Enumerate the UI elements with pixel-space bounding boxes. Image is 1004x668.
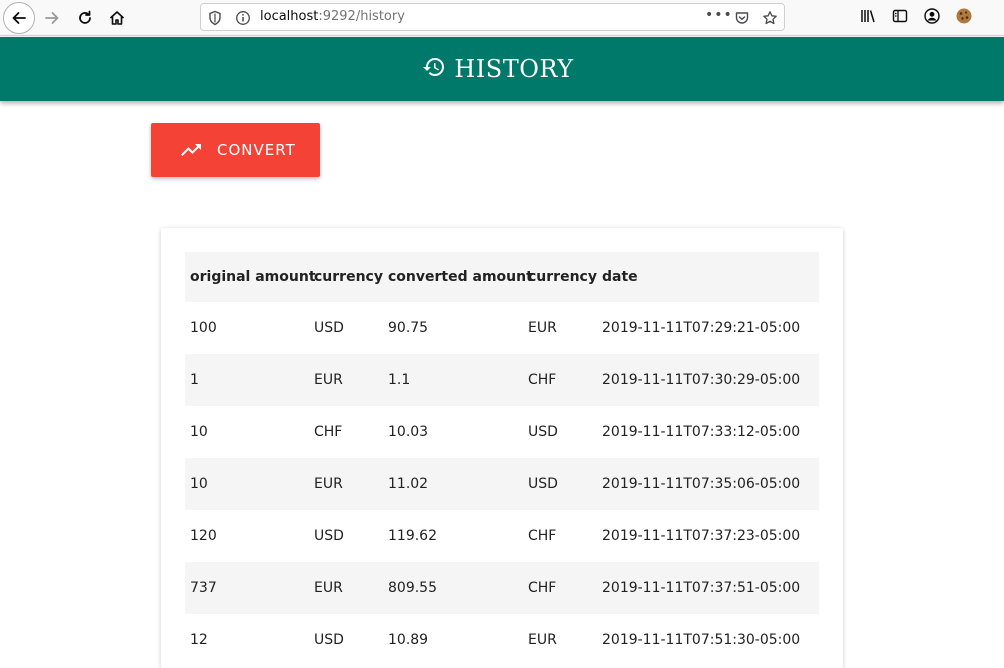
converted-amount-cell: 90.75 xyxy=(388,320,429,336)
column-header-original-amount: original amount xyxy=(190,269,316,285)
address-bar[interactable]: localhost:9292/history ••• xyxy=(200,3,785,31)
currency-cell: EUR xyxy=(314,372,343,388)
currency-cell: EUR xyxy=(314,580,343,596)
original-amount-cell: 10 xyxy=(190,476,208,492)
date-cell: 2019-11-11T07:37:51-05:00 xyxy=(602,580,801,596)
page-title: HISTORY xyxy=(454,55,574,83)
account-icon[interactable] xyxy=(923,7,941,25)
convert-button[interactable]: CONVERT xyxy=(151,123,320,177)
shield-icon[interactable] xyxy=(207,10,223,26)
original-amount-cell: 120 xyxy=(190,528,217,544)
trending-up-icon xyxy=(181,144,201,156)
cookie-extension-icon[interactable] xyxy=(955,7,973,25)
converted-amount-cell: 119.62 xyxy=(388,528,437,544)
converted-currency-cell: CHF xyxy=(528,372,557,388)
currency-cell: USD xyxy=(314,320,344,336)
convert-button-label: CONVERT xyxy=(217,141,296,159)
converted-currency-cell: USD xyxy=(528,476,558,492)
column-header-converted-currency: currency xyxy=(528,269,597,285)
history-card: original amount currency converted amoun… xyxy=(161,228,843,668)
history-table: original amount currency converted amoun… xyxy=(185,252,819,666)
table-row: 12 USD 10.89 EUR 2019-11-11T07:51:30-05:… xyxy=(185,614,819,666)
table-row: 100 USD 90.75 EUR 2019-11-11T07:29:21-05… xyxy=(185,302,819,354)
browser-toolbar: localhost:9292/history ••• xyxy=(0,0,1004,36)
library-icon[interactable] xyxy=(859,7,877,25)
converted-amount-cell: 10.89 xyxy=(388,632,429,648)
table-row: 10 CHF 10.03 USD 2019-11-11T07:33:12-05:… xyxy=(185,406,819,458)
page-actions-icon[interactable]: ••• xyxy=(705,7,733,23)
converted-currency-cell: CHF xyxy=(528,580,557,596)
url-text[interactable]: localhost:9292/history xyxy=(260,9,405,24)
reload-button[interactable] xyxy=(69,2,101,34)
converted-amount-cell: 11.02 xyxy=(388,476,429,492)
table-row: 1 EUR 1.1 CHF 2019-11-11T07:30:29-05:00 xyxy=(185,354,819,406)
original-amount-cell: 1 xyxy=(190,372,199,388)
currency-cell: EUR xyxy=(314,476,343,492)
sidebar-icon[interactable] xyxy=(891,7,909,25)
currency-cell: CHF xyxy=(314,424,343,440)
date-cell: 2019-11-11T07:37:23-05:00 xyxy=(602,528,801,544)
header-title-group: HISTORY xyxy=(422,55,573,83)
url-path: :9292/history xyxy=(318,9,405,24)
converted-amount-cell: 1.1 xyxy=(388,372,411,388)
date-cell: 2019-11-11T07:33:12-05:00 xyxy=(602,424,801,440)
original-amount-cell: 737 xyxy=(190,580,217,596)
info-icon[interactable] xyxy=(235,10,251,26)
reload-icon xyxy=(79,10,91,24)
url-host: localhost xyxy=(260,9,319,24)
original-amount-cell: 12 xyxy=(190,632,208,648)
currency-cell: USD xyxy=(314,632,344,648)
original-amount-cell: 100 xyxy=(190,320,217,336)
bookmark-star-icon[interactable] xyxy=(762,10,778,26)
table-row: 120 USD 119.62 CHF 2019-11-11T07:37:23-0… xyxy=(185,510,819,562)
home-icon xyxy=(109,11,125,25)
converted-currency-cell: EUR xyxy=(528,320,557,336)
converted-currency-cell: USD xyxy=(528,424,558,440)
back-button[interactable] xyxy=(3,2,35,34)
converted-currency-cell: EUR xyxy=(528,632,557,648)
pocket-icon[interactable] xyxy=(734,10,750,26)
original-amount-cell: 10 xyxy=(190,424,208,440)
date-cell: 2019-11-11T07:51:30-05:00 xyxy=(602,632,801,648)
table-header-row: original amount currency converted amoun… xyxy=(185,252,819,302)
date-cell: 2019-11-11T07:35:06-05:00 xyxy=(602,476,801,492)
table-row: 737 EUR 809.55 CHF 2019-11-11T07:37:51-0… xyxy=(185,562,819,614)
converted-amount-cell: 10.03 xyxy=(388,424,429,440)
column-header-date: date xyxy=(602,269,638,285)
forward-button[interactable] xyxy=(36,2,68,34)
app-header: HISTORY xyxy=(0,37,1004,101)
arrow-right-icon xyxy=(45,12,59,24)
home-button[interactable] xyxy=(101,2,133,34)
date-cell: 2019-11-11T07:29:21-05:00 xyxy=(602,320,801,336)
date-cell: 2019-11-11T07:30:29-05:00 xyxy=(602,372,801,388)
history-icon xyxy=(423,58,445,77)
currency-cell: USD xyxy=(314,528,344,544)
converted-currency-cell: CHF xyxy=(528,528,557,544)
arrow-left-icon xyxy=(12,12,26,24)
column-header-currency: currency xyxy=(314,269,383,285)
converted-amount-cell: 809.55 xyxy=(388,580,437,596)
column-header-converted-amount: converted amount xyxy=(388,269,533,285)
table-row: 10 EUR 11.02 USD 2019-11-11T07:35:06-05:… xyxy=(185,458,819,510)
